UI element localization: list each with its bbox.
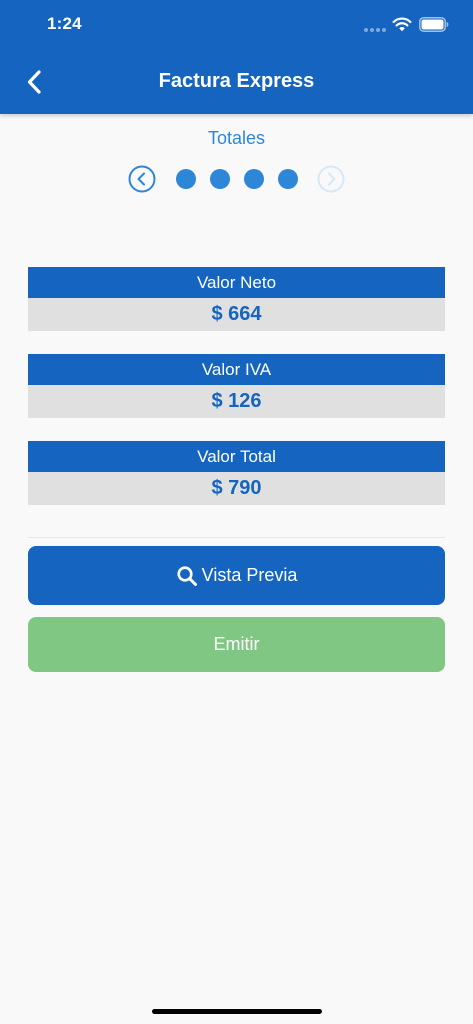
total-value-label: Valor Total [28, 441, 445, 472]
step-dot[interactable] [278, 169, 298, 189]
vat-value-amount: $ 126 [28, 385, 445, 418]
step-dot[interactable] [210, 169, 230, 189]
step-dot[interactable] [176, 169, 196, 189]
total-value-amount: $ 790 [28, 472, 445, 505]
battery-icon [419, 17, 449, 32]
emit-button[interactable]: Emitir [28, 617, 445, 672]
app-header: 1:24 Factura Express [0, 0, 473, 114]
step-title: Totales [207, 128, 266, 148]
chevron-left-icon [27, 70, 41, 94]
cellular-signal-icon [364, 28, 388, 32]
home-indicator [152, 1009, 322, 1014]
status-time: 1:24 [47, 14, 82, 33]
net-value-label: Valor Neto [28, 267, 445, 298]
divider [28, 537, 445, 538]
net-value-block: Valor Neto $ 664 [28, 267, 445, 331]
vat-value-label: Valor IVA [28, 354, 445, 385]
previous-step-button[interactable] [128, 165, 156, 193]
wifi-icon [392, 17, 412, 32]
step-dot[interactable] [244, 169, 264, 189]
vat-value-block: Valor IVA $ 126 [28, 354, 445, 418]
back-button[interactable] [18, 64, 50, 100]
total-value-block: Valor Total $ 790 [28, 441, 445, 505]
next-step-button[interactable] [317, 165, 345, 193]
search-icon [177, 565, 197, 586]
step-pager [126, 164, 348, 194]
preview-button-label: Vista Previa [201, 565, 298, 585]
preview-button[interactable]: Vista Previa [28, 546, 445, 605]
emit-button-label: Emitir [213, 634, 260, 654]
page-title: Factura Express [158, 70, 315, 92]
net-value-amount: $ 664 [28, 298, 445, 331]
